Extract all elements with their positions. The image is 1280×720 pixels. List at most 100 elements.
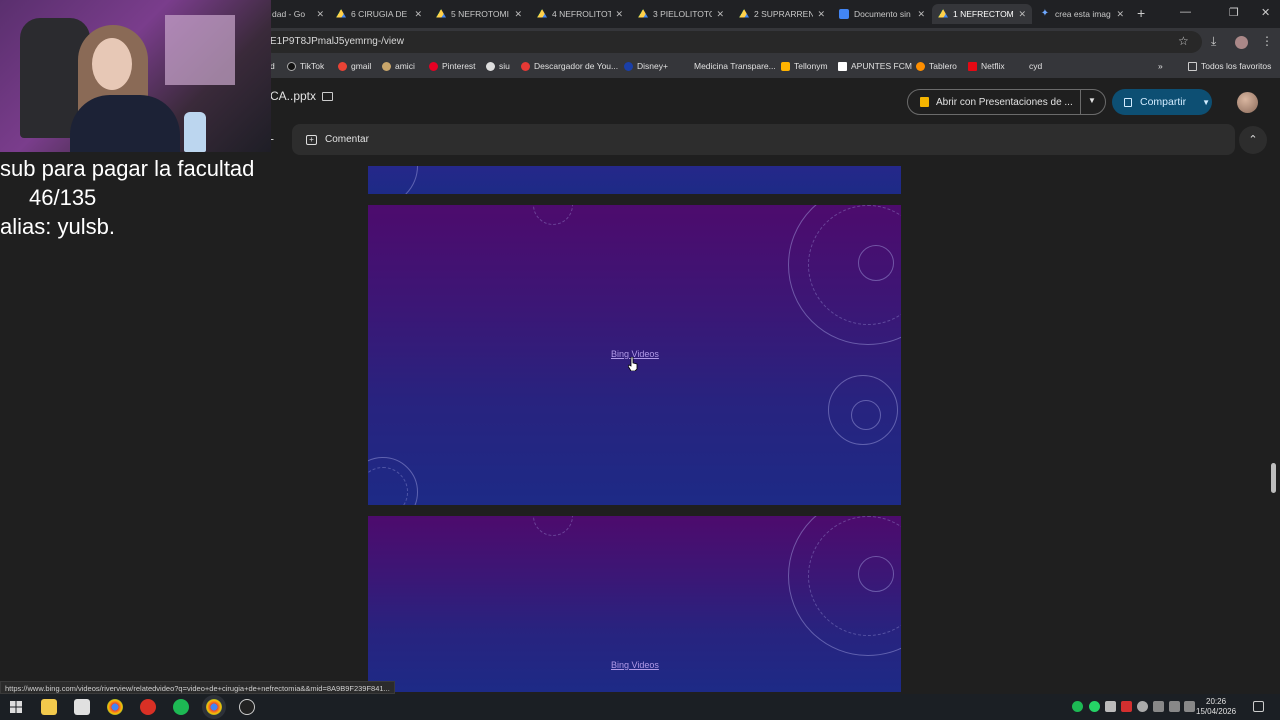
bookmark-item[interactable]: siu [486,61,510,71]
bookmark-label: cyd [1029,61,1043,71]
bookmark-item[interactable]: APUNTES FCM [838,61,912,71]
bookmark-label: Disney+ [637,61,668,71]
obs-icon[interactable] [239,699,255,715]
more-bookmarks-icon[interactable]: » [1158,61,1163,71]
downloader-icon [521,61,530,71]
close-tab-icon[interactable]: ✕ [716,9,724,20]
windows-start-icon[interactable] [10,701,22,713]
file-explorer-icon[interactable] [41,699,57,715]
tab-6[interactable]: 2 SUPRARREN ✕ [733,4,831,24]
comment-icon: + [306,134,317,145]
mic-tray-icon[interactable] [1153,701,1164,712]
close-tab-icon[interactable]: ✕ [316,9,324,20]
all-bookmarks-folder[interactable]: Todos los favoritos [1188,61,1271,71]
netflix-icon [968,61,977,71]
folder-icon[interactable] [322,91,334,101]
close-tab-icon[interactable]: ✕ [514,9,522,20]
pinterest-icon [429,61,438,71]
slide-preview: Bing Videos [368,205,901,505]
spotify-icon[interactable] [173,699,189,715]
close-tab-icon[interactable]: ✕ [414,9,422,20]
profile-icon[interactable] [1235,36,1248,49]
comment-toolbar: + Comentar [292,124,1235,155]
bookmark-label: gmail [351,61,372,71]
drive-icon [436,9,446,18]
drive-icon [336,9,346,18]
tab-5[interactable]: 3 PIELOLITOTO ✕ [632,4,730,24]
new-tab-icon[interactable]: + [1137,5,1145,21]
bookmark-label: Tellonym [794,61,828,71]
bookmark-item[interactable]: Netflix [968,61,1005,71]
comment-button[interactable]: Comentar [325,134,369,145]
restore-icon[interactable]: ❐ [1229,6,1239,19]
bookmark-label: Pinterest [442,61,476,71]
clock-time: 20:26 [1206,697,1227,706]
drive-icon [739,9,749,18]
close-tab-icon[interactable]: ✕ [917,9,925,20]
chrome-active-icon[interactable] [206,699,222,715]
divider [1080,90,1081,114]
app-tray-icon[interactable] [1121,701,1132,712]
chevron-down-icon[interactable]: ▼ [1202,98,1210,107]
close-tab-icon[interactable]: ✕ [817,9,825,20]
open-with-button[interactable]: Abrir con Presentaciones de ... ▼ [907,89,1106,115]
file-name: CA..pptx [270,89,317,103]
tab-8-active[interactable]: 1 NEFRECTOMI ✕ [932,4,1032,24]
tab-title: 1 NEFRECTOMI [953,9,1015,19]
tab-1[interactable]: dad - Go ✕ [266,4,330,24]
streamer-body [70,95,180,152]
steam-tray-icon[interactable] [1137,701,1148,712]
bookmark-item[interactable]: Tablero [916,61,957,71]
tab-4[interactable]: 4 NEFROLITOT ✕ [531,4,629,24]
bookmark-item[interactable]: Tellonym [781,61,828,71]
bookmark-item[interactable]: Descargador de You... [521,61,618,71]
avatar[interactable] [1237,92,1258,113]
bookmark-item[interactable]: TikTok [287,61,324,71]
share-button[interactable]: Compartir ▼ [1112,89,1212,115]
bookmark-item[interactable]: gmail [338,61,371,71]
bookmark-item[interactable]: Disney+ [624,61,668,71]
tab-3[interactable]: 5 NEFROTOMI ✕ [430,4,528,24]
discord-tray-icon[interactable] [1105,701,1116,712]
spotify-tray-icon[interactable] [1072,701,1083,712]
url-field[interactable]: E1P9T8JPmalJ5yemrng-/view [262,31,1202,53]
minimize-icon[interactable]: — [1180,6,1191,18]
app-red-icon[interactable] [140,699,156,715]
tab-9[interactable]: ✦ crea esta imag ✕ [1034,4,1130,24]
collapse-toolbar-icon[interactable]: ⌃ [1239,126,1267,154]
tab-7[interactable]: Documento sin ✕ [833,4,931,24]
close-tab-icon[interactable]: ✕ [615,9,623,20]
chrome-icon[interactable] [107,699,123,715]
bookmark-item[interactable]: amici [382,61,415,71]
scrollbar-thumb[interactable] [1271,463,1276,493]
volume-icon[interactable] [1184,701,1195,712]
tab-title: 6 CIRUGIA DE [351,9,408,19]
network-icon[interactable] [1169,701,1180,712]
bookmark-item[interactable]: Pinterest [429,61,476,71]
notifications-icon[interactable] [1253,701,1264,712]
notion-icon [838,61,847,71]
bookmark-label: Todos los favoritos [1201,61,1272,71]
webcam-overlay [0,0,271,152]
bookmark-item[interactable]: cyd [1029,61,1042,71]
chevron-down-icon[interactable]: ▼ [1088,96,1096,105]
open-with-label: Abrir con Presentaciones de ... [936,96,1073,108]
bing-videos-link[interactable]: Bing Videos [611,660,659,670]
bookmark-label: siu [499,61,510,71]
menu-kebab-icon[interactable]: ⋮ [1261,34,1273,48]
folder-icon [1188,61,1197,71]
bookmark-item[interactable]: Medicina Transpare... [694,61,776,71]
close-tab-icon[interactable]: ✕ [1018,9,1026,20]
bookmark-star-icon[interactable]: ☆ [1178,34,1189,48]
hand-cursor-icon [628,357,638,371]
close-tab-icon[interactable]: ✕ [1116,9,1124,20]
background-window [165,15,235,85]
tiktok-icon [287,61,296,71]
tab-2[interactable]: 6 CIRUGIA DE ✕ [330,4,428,24]
system-clock[interactable]: 20:26 15/04/2026 [1196,697,1236,717]
tellonym-icon [781,61,790,71]
download-icon[interactable]: ⤓ [1211,34,1216,49]
whatsapp-tray-icon[interactable] [1089,701,1100,712]
store-icon[interactable] [74,699,90,715]
close-window-icon[interactable]: ✕ [1261,6,1270,19]
